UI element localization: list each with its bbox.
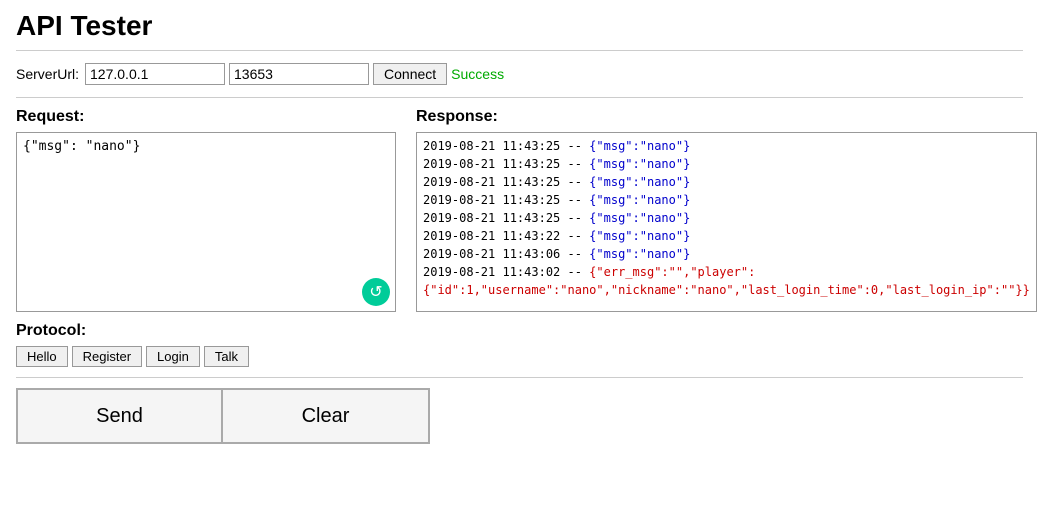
server-ip-input[interactable] (85, 63, 225, 85)
server-url-label: ServerUrl: (16, 66, 79, 82)
response-line: 2019-08-21 11:43:25 -- {"msg":"nano"} (423, 209, 1030, 227)
connect-button[interactable]: Connect (373, 63, 447, 85)
response-line: 2019-08-21 11:43:25 -- {"msg":"nano"} (423, 137, 1030, 155)
protocol-label: Protocol: (16, 322, 1023, 340)
bottom-divider (16, 377, 1023, 378)
protocol-btn-hello[interactable]: Hello (16, 346, 68, 367)
connection-status: Success (451, 66, 504, 82)
response-line: 2019-08-21 11:43:02 -- {"err_msg":"","pl… (423, 263, 1030, 281)
page-title: API Tester (16, 10, 1023, 42)
request-label: Request: (16, 108, 406, 126)
right-panel: Response: 2019-08-21 11:43:25 -- {"msg":… (416, 108, 1037, 312)
request-area-wrapper: {"msg": "nano"} ↺ (16, 132, 396, 312)
protocol-buttons: HelloRegisterLoginTalk (16, 346, 1023, 367)
response-area[interactable]: 2019-08-21 11:43:25 -- {"msg":"nano"}201… (416, 132, 1037, 312)
action-buttons: Send Clear (16, 388, 1023, 444)
server-port-input[interactable] (229, 63, 369, 85)
main-content: Request: {"msg": "nano"} ↺ Response: 201… (16, 108, 1023, 312)
response-line: {"id":1,"username":"nano","nickname":"na… (423, 281, 1030, 299)
response-line: 2019-08-21 11:43:25 -- {"msg":"nano"} (423, 191, 1030, 209)
response-line: 2019-08-21 11:43:25 -- {"msg":"nano"} (423, 155, 1030, 173)
server-row: ServerUrl: Connect Success (16, 57, 1023, 91)
clear-button[interactable]: Clear (223, 388, 430, 444)
response-line: 2019-08-21 11:43:25 -- {"msg":"nano"} (423, 173, 1030, 191)
response-line: 2019-08-21 11:43:22 -- {"msg":"nano"} (423, 227, 1030, 245)
send-button[interactable]: Send (16, 388, 223, 444)
refresh-icon: ↺ (369, 282, 382, 302)
response-line: 2019-08-21 11:43:06 -- {"msg":"nano"} (423, 245, 1030, 263)
request-textarea[interactable]: {"msg": "nano"} (16, 132, 396, 312)
response-label: Response: (416, 108, 1037, 126)
title-divider (16, 50, 1023, 51)
protocol-btn-login[interactable]: Login (146, 346, 200, 367)
server-divider (16, 97, 1023, 98)
protocol-section: Protocol: HelloRegisterLoginTalk (16, 322, 1023, 367)
left-panel: Request: {"msg": "nano"} ↺ (16, 108, 406, 312)
refresh-button[interactable]: ↺ (362, 278, 390, 306)
protocol-btn-talk[interactable]: Talk (204, 346, 249, 367)
protocol-btn-register[interactable]: Register (72, 346, 142, 367)
